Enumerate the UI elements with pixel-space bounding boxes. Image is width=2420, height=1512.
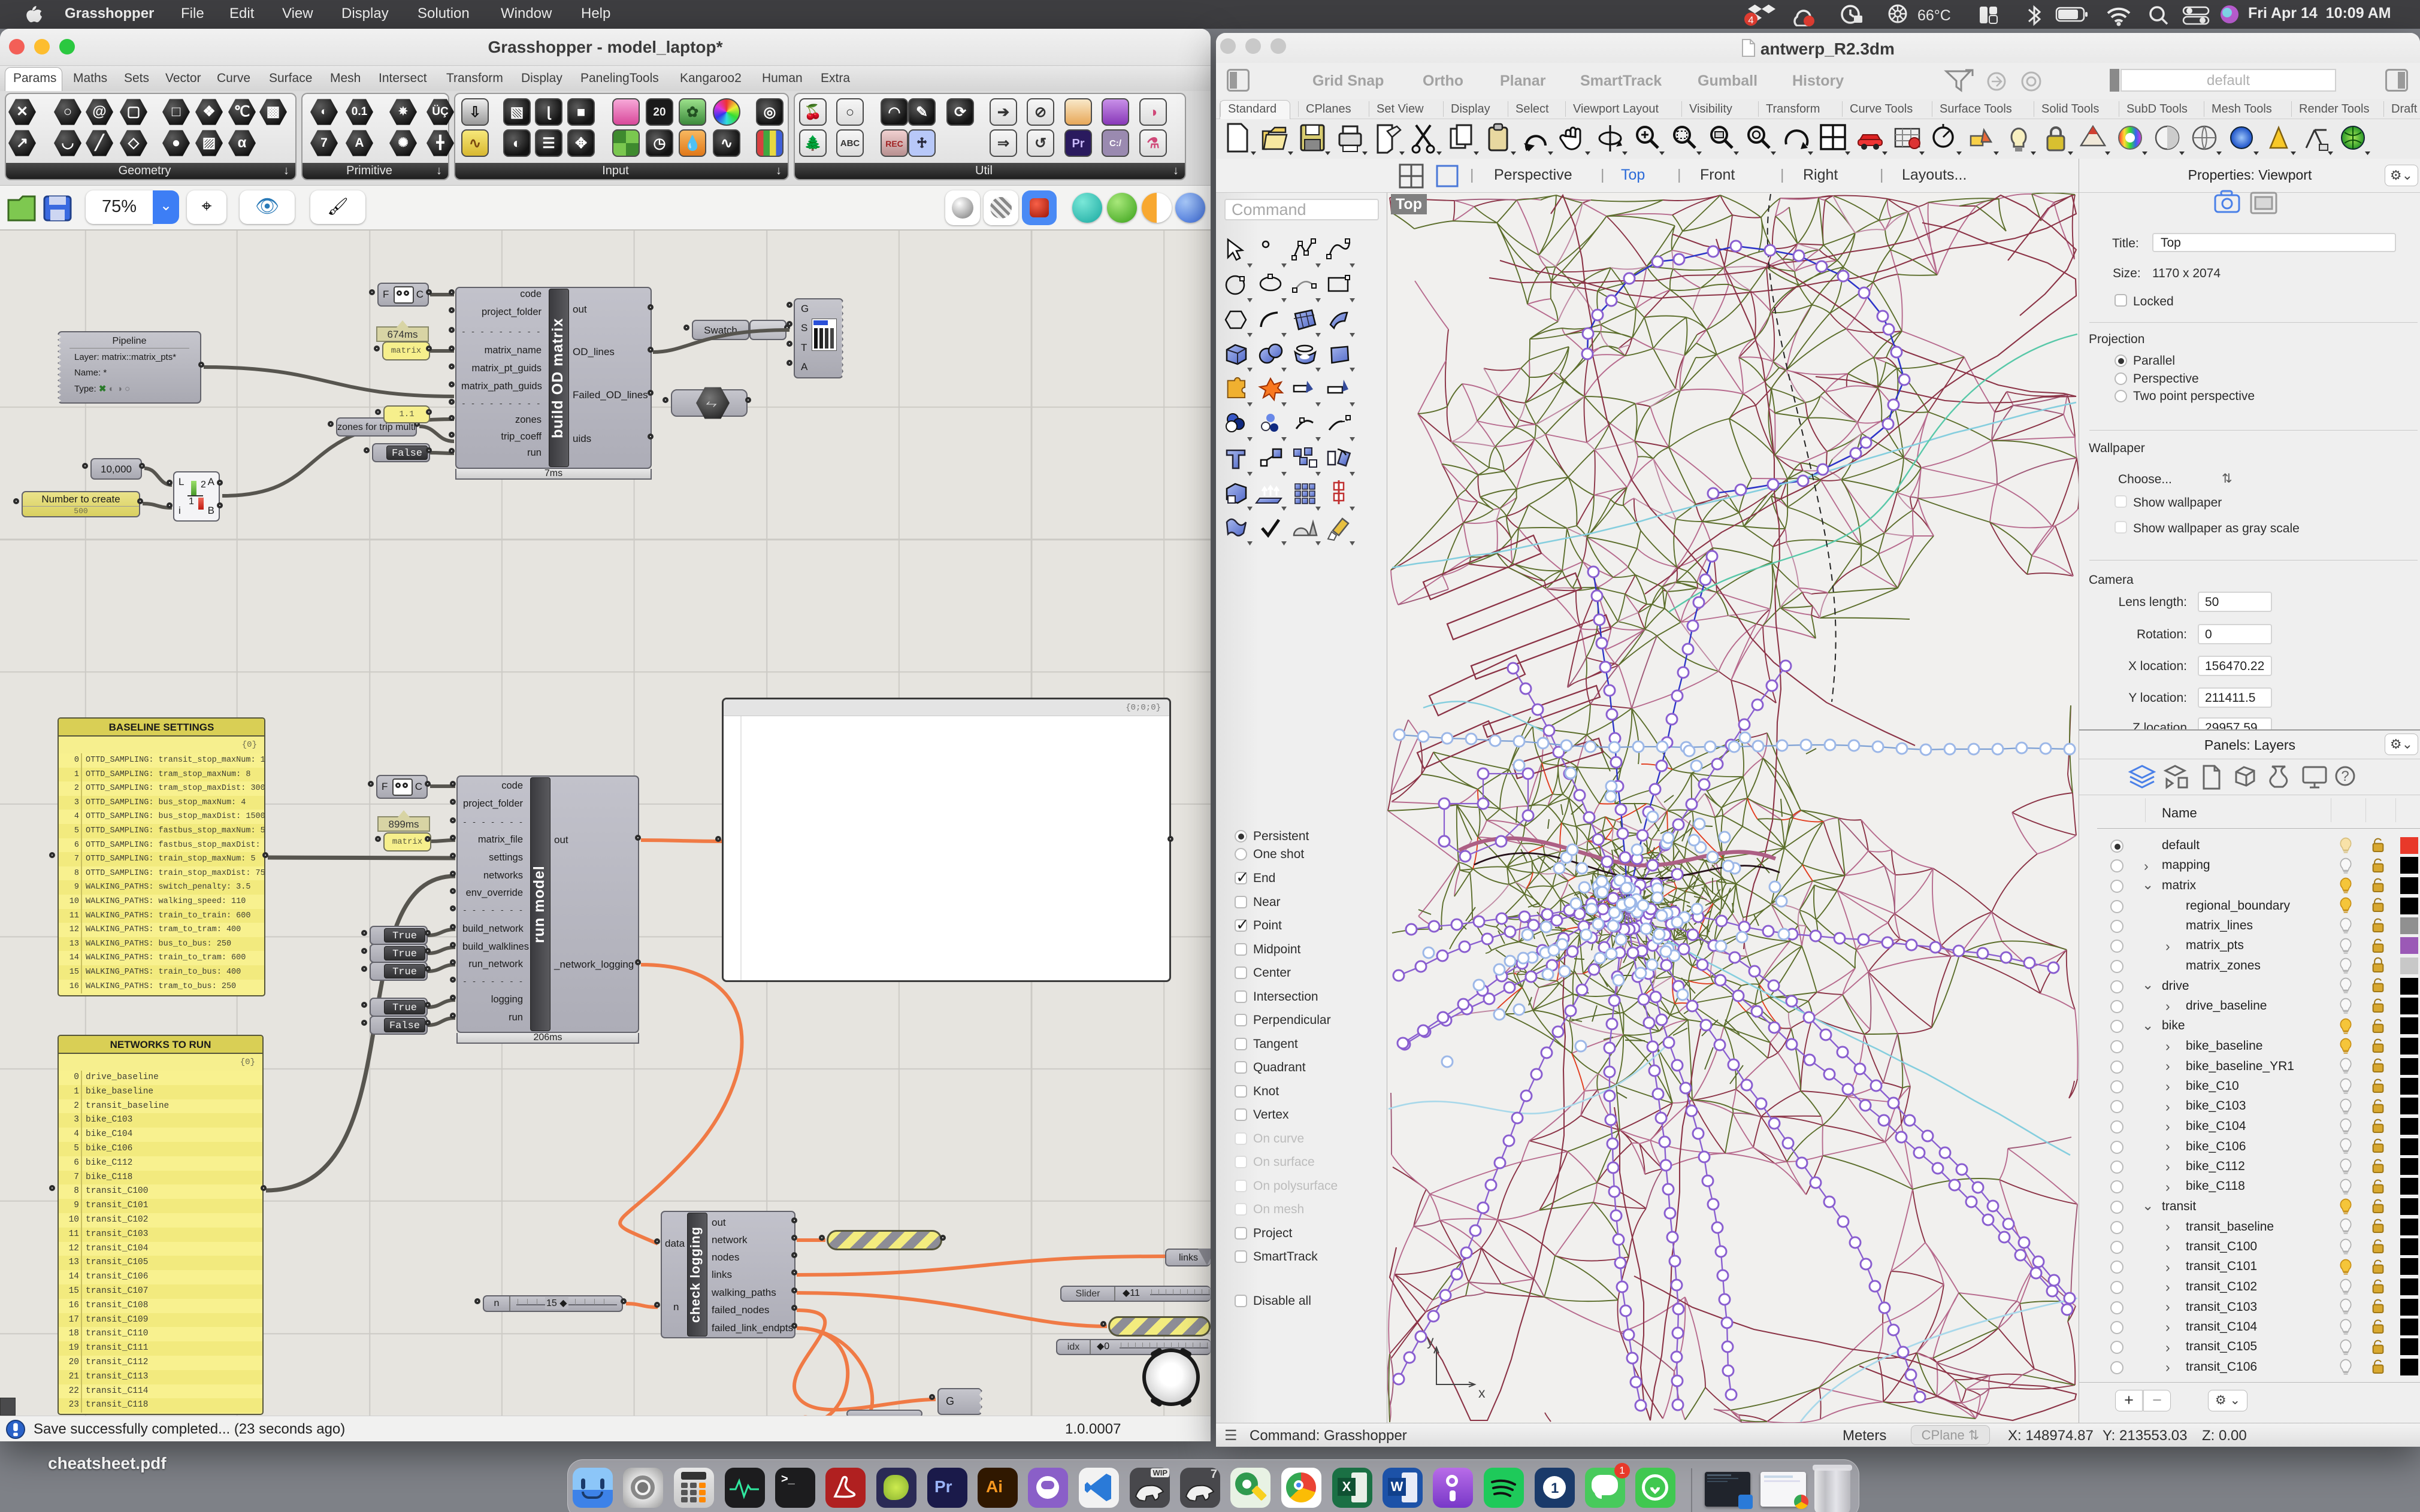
svg-text:y: y <box>1427 1333 1434 1349</box>
svg-text:Top: Top <box>1396 196 1422 213</box>
svg-text:4: 4 <box>1748 14 1753 26</box>
svg-text:?: ? <box>2341 768 2349 784</box>
svg-text:x: x <box>1478 1385 1486 1401</box>
svg-text:66°C: 66°C <box>1917 7 1951 24</box>
